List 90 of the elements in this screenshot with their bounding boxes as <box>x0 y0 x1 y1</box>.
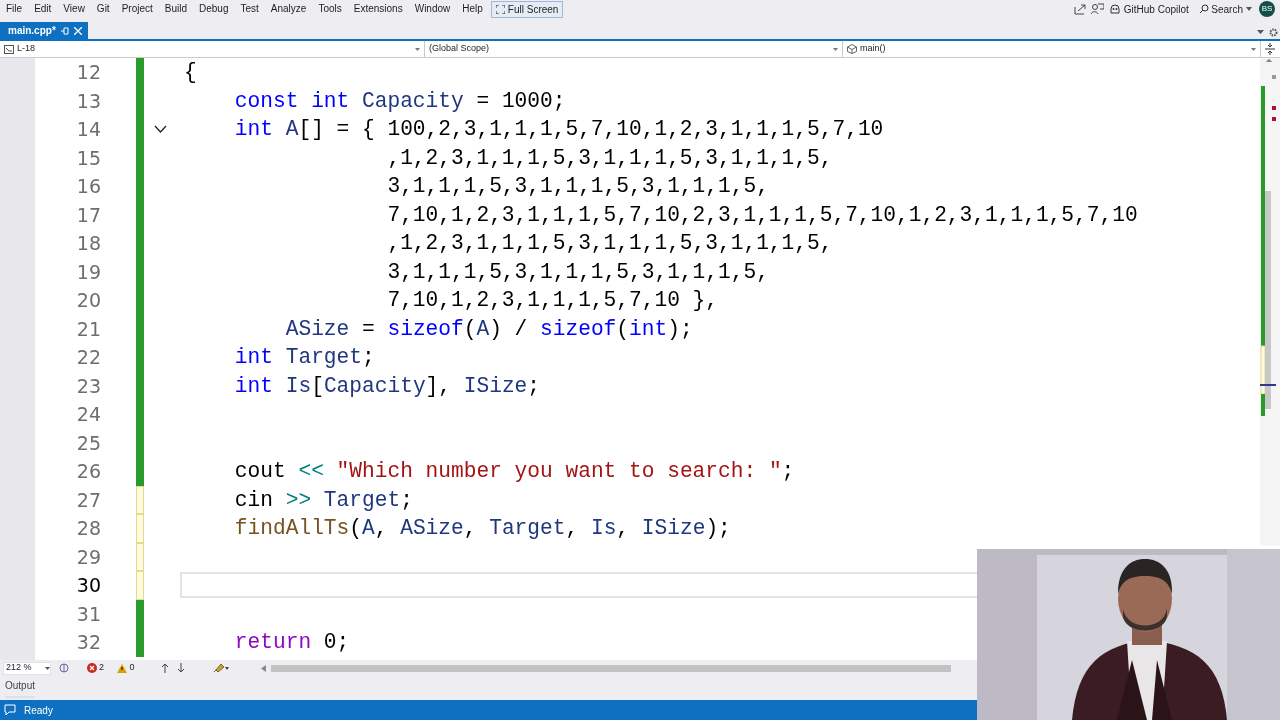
line-number: 23 <box>75 373 101 399</box>
menu-item[interactable]: Help <box>456 0 489 18</box>
cube-icon <box>847 44 857 54</box>
settings-icon[interactable] <box>1268 27 1278 37</box>
line-number: 17 <box>75 202 101 228</box>
line-number: 27 <box>75 487 101 513</box>
code-line: { <box>184 63 197 82</box>
code-line: cout << "Which number you want to search: "; <box>233 462 795 481</box>
close-icon[interactable] <box>73 26 82 35</box>
code-line: int A[] = { 100,2,3,1,1,1,5,7,10,1,2,3,1,1,1,5,7,10 <box>233 120 884 139</box>
caret-icon <box>415 47 420 51</box>
brush-icon[interactable] <box>212 663 229 673</box>
full-screen-button[interactable]: Full Screen <box>490 0 564 18</box>
scope-dropdown[interactable]: L-18 <box>0 41 425 57</box>
copilot-button[interactable]: GitHub Copilot <box>1109 1 1189 17</box>
line-number: 18 <box>75 231 101 256</box>
line-number: 28 <box>75 516 101 541</box>
split-icon[interactable] <box>1265 43 1275 55</box>
line-number: 29 <box>75 544 101 570</box>
line-number: 25 <box>75 430 101 456</box>
line-number: 30 <box>75 573 101 598</box>
line-number: 32 <box>75 630 101 655</box>
menu-item[interactable]: Tools <box>312 0 348 18</box>
line-number: 12 <box>75 60 101 85</box>
pin-icon[interactable] <box>60 26 69 35</box>
comment-icon <box>4 704 16 716</box>
menu-item[interactable]: Test <box>234 0 265 18</box>
menu-item[interactable]: View <box>57 0 91 18</box>
menu-item[interactable]: Git <box>90 0 116 18</box>
scrollbar[interactable] <box>1260 58 1280 546</box>
caret-icon <box>1245 7 1252 11</box>
menu-item[interactable]: File <box>0 0 29 18</box>
search-button[interactable]: Search <box>1198 1 1252 17</box>
code-line: ,1,2,3,1,1,1,5,3,1,1,1,5,3,1,1,1,5, <box>386 234 833 253</box>
copilot-icon <box>1109 3 1122 15</box>
scope-dropdown[interactable]: main() <box>843 41 1261 57</box>
scroll-left-icon <box>260 664 266 672</box>
error-icon <box>86 663 97 673</box>
search-icon <box>1198 4 1209 14</box>
code-line: int Target; <box>233 348 375 367</box>
feedback-icon[interactable] <box>1091 3 1105 15</box>
avatar[interactable]: BS <box>1259 1 1275 17</box>
menu-item[interactable]: Project <box>115 0 159 18</box>
line-number: 26 <box>75 459 101 484</box>
caret-icon <box>833 47 838 51</box>
file-tab[interactable]: main.cpp* <box>0 22 88 39</box>
code-line: const int Capacity = 1000; <box>233 91 566 110</box>
menu-item[interactable]: Debug <box>193 0 235 18</box>
code-line: 3,1,1,1,5,3,1,1,1,5,3,1,1,1,5, <box>386 177 769 196</box>
code-line: cin >> Target; <box>233 490 413 509</box>
line-number: 13 <box>75 88 101 114</box>
down-arrow-icon[interactable] <box>176 663 185 673</box>
menu-item[interactable]: Window <box>408 0 457 18</box>
error-count[interactable]: 2 <box>86 661 104 675</box>
line-number: 21 <box>75 316 101 342</box>
code-line: int Is[Capacity], ISize; <box>233 376 541 395</box>
line-number: 20 <box>75 288 101 313</box>
line-number: 31 <box>75 601 101 627</box>
menu-item[interactable]: Analyze <box>264 0 313 18</box>
code-line: findAllTs(A, ASize, Target, Is, ISize); <box>233 519 731 538</box>
status-text: Ready <box>24 703 53 718</box>
code-line: 7,10,1,2,3,1,1,1,5,7,10,2,3,1,1,1,5,7,10,1,2,3,1,1,1,5,7,10 <box>386 205 1138 224</box>
horizontal-scrollbar[interactable] <box>260 664 951 672</box>
caret-icon[interactable] <box>1256 30 1264 34</box>
expand-icon <box>495 4 505 14</box>
caret-icon <box>1251 47 1256 51</box>
line-number: 19 <box>75 259 101 285</box>
warning-count[interactable]: 0 <box>117 661 135 675</box>
code-line: 7,10,1,2,3,1,1,1,5,7,10 }, <box>386 291 718 310</box>
line-number: 22 <box>75 345 101 370</box>
menu-item[interactable]: Extensions <box>347 0 409 18</box>
caret-icon <box>44 666 50 670</box>
code-line: ASize = sizeof(A) / sizeof(int); <box>284 319 693 338</box>
line-number: 15 <box>75 145 101 171</box>
line-number: 24 <box>75 402 101 427</box>
menu-item[interactable]: Edit <box>28 0 58 18</box>
output-tab[interactable]: Output <box>5 676 36 698</box>
line-number: 14 <box>75 117 101 142</box>
menu-item[interactable]: Build <box>158 0 193 18</box>
share-icon[interactable] <box>1074 3 1087 15</box>
line-number: 16 <box>75 174 101 199</box>
code-line: ,1,2,3,1,1,1,5,3,1,1,1,5,3,1,1,1,5, <box>386 148 833 167</box>
project-icon <box>4 44 14 54</box>
collapse-icon[interactable] <box>153 125 167 134</box>
zoom-dropdown[interactable]: 212 % <box>2 661 51 675</box>
code-line: return 0; <box>233 633 350 652</box>
warning-icon <box>117 663 127 673</box>
code-line: 3,1,1,1,5,3,1,1,1,5,3,1,1,1,5, <box>386 262 769 281</box>
scope-dropdown[interactable]: (Global Scope) <box>425 41 843 57</box>
up-arrow-icon[interactable] <box>160 663 169 673</box>
